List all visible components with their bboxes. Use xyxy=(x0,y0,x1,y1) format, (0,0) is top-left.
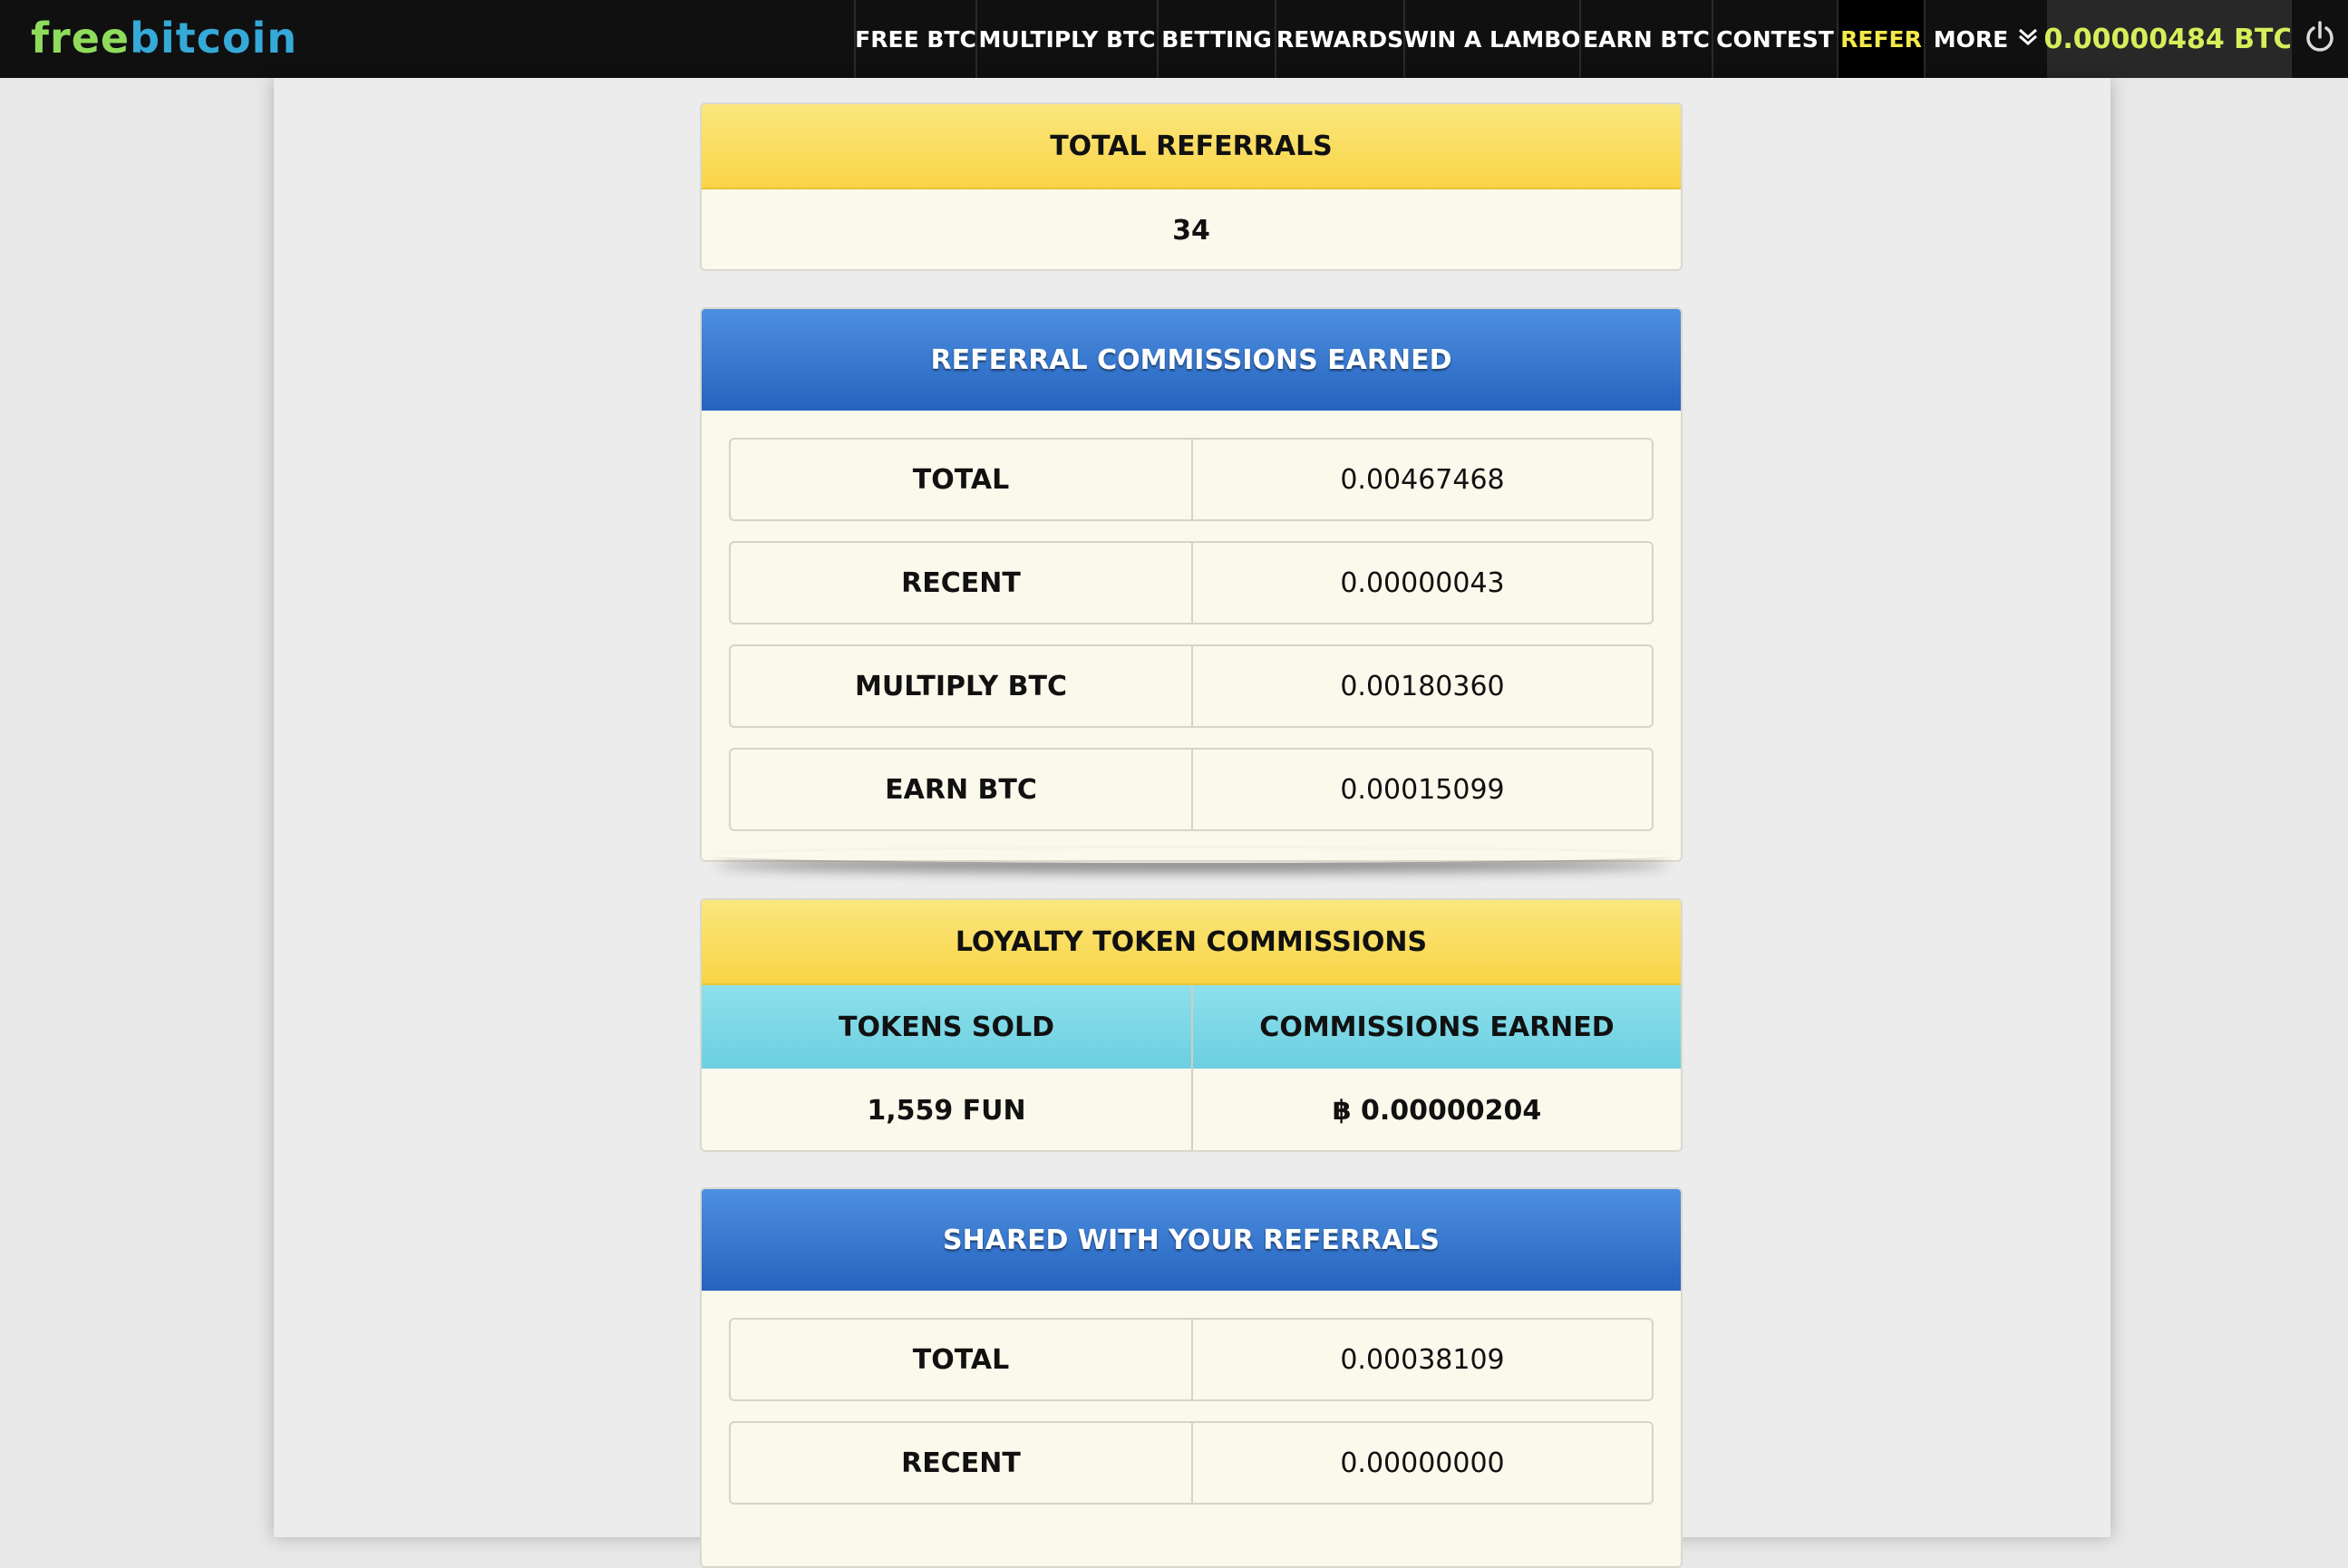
logo-bitcoin-text: bitcoin xyxy=(130,14,298,63)
shared-referrals-title: SHARED WITH YOUR REFERRALS xyxy=(702,1189,1681,1291)
referral-commissions-card: REFERRAL COMMISSIONS EARNED TOTAL 0.0046… xyxy=(700,307,1683,862)
nav-more[interactable]: MORE xyxy=(1924,0,2047,78)
btc-balance[interactable]: 0.00000484 BTC xyxy=(2043,0,2294,78)
loyalty-table-header: TOKENS SOLD COMMISSIONS EARNED xyxy=(702,985,1681,1069)
commissions-earned-header: COMMISSIONS EARNED xyxy=(1259,1011,1615,1043)
logout-button[interactable] xyxy=(2290,0,2348,78)
nav-refer[interactable]: REFER xyxy=(1837,0,1924,78)
row-value: 0.00467468 xyxy=(1340,463,1505,496)
nav-multiply-btc[interactable]: MULTIPLY BTC xyxy=(975,0,1157,78)
shared-referrals-card: SHARED WITH YOUR REFERRALS TOTAL 0.00038… xyxy=(700,1187,1683,1568)
commission-row-total: TOTAL 0.00467468 xyxy=(729,438,1654,521)
row-label: RECENT xyxy=(731,1423,1193,1503)
row-label: TOTAL xyxy=(731,440,1193,519)
commission-row-recent: RECENT 0.00000043 xyxy=(729,541,1654,624)
shared-table: TOTAL 0.00038109 RECENT 0.00000000 xyxy=(702,1291,1681,1534)
shared-row-recent: RECENT 0.00000000 xyxy=(729,1421,1654,1505)
total-referrals-value: 34 xyxy=(1172,214,1210,247)
row-value: 0.00015099 xyxy=(1340,773,1505,806)
row-label: TOTAL xyxy=(731,1320,1193,1399)
nav-free-btc[interactable]: FREE BTC xyxy=(854,0,976,78)
main-nav: FREE BTC MULTIPLY BTC BETTING REWARDS WI… xyxy=(854,0,2047,78)
row-label: RECENT xyxy=(731,543,1193,623)
power-icon xyxy=(2303,20,2337,58)
tokens-sold-value: 1,559 FUN xyxy=(702,1069,1193,1150)
site-logo[interactable]: freebitcoin xyxy=(31,11,297,65)
commissions-table: TOTAL 0.00467468 RECENT 0.00000043 MULTI… xyxy=(702,411,1681,860)
nav-contest[interactable]: CONTEST xyxy=(1712,0,1837,78)
total-referrals-title: TOTAL REFERRALS xyxy=(702,104,1681,189)
nav-rewards[interactable]: REWARDS xyxy=(1275,0,1403,78)
loyalty-table-values: 1,559 FUN ฿ 0.00000204 xyxy=(702,1069,1681,1150)
commission-row-earn-btc: EARN BTC 0.00015099 xyxy=(729,748,1654,831)
top-nav-bar: freebitcoin FREE BTC MULTIPLY BTC BETTIN… xyxy=(0,0,2348,78)
total-referrals-card: TOTAL REFERRALS 34 xyxy=(700,102,1683,271)
loyalty-token-title: LOYALTY TOKEN COMMISSIONS xyxy=(702,900,1681,985)
loyalty-token-card: LOYALTY TOKEN COMMISSIONS TOKENS SOLD CO… xyxy=(700,898,1683,1152)
shared-row-total: TOTAL 0.00038109 xyxy=(729,1318,1654,1401)
tokens-sold-header: TOKENS SOLD xyxy=(702,985,1193,1069)
row-value: 0.00180360 xyxy=(1340,670,1505,702)
referral-commissions-title: REFERRAL COMMISSIONS EARNED xyxy=(702,309,1681,411)
commissions-earned-value: ฿ 0.00000204 xyxy=(1332,1094,1542,1127)
logo-free-text: free xyxy=(31,14,131,63)
nav-betting[interactable]: BETTING xyxy=(1157,0,1275,78)
row-label: MULTIPLY BTC xyxy=(731,646,1193,726)
nav-win-a-lambo[interactable]: WIN A LAMBO xyxy=(1403,0,1581,78)
double-chevron-down-icon xyxy=(2017,25,2039,53)
commission-row-multiply-btc: MULTIPLY BTC 0.00180360 xyxy=(729,644,1654,728)
nav-earn-btc[interactable]: EARN BTC xyxy=(1579,0,1712,78)
row-label: EARN BTC xyxy=(731,750,1193,829)
row-value: 0.00038109 xyxy=(1340,1343,1505,1376)
card-shadow xyxy=(716,848,1668,863)
row-value: 0.00000043 xyxy=(1340,566,1505,599)
nav-more-label: MORE xyxy=(1933,25,2009,53)
row-value: 0.00000000 xyxy=(1340,1447,1505,1479)
